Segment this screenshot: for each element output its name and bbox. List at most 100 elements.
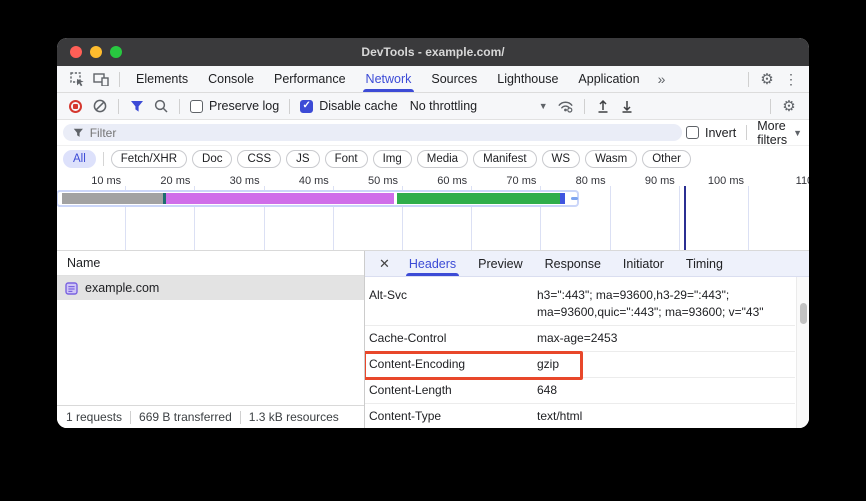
chip-fetch-xhr[interactable]: Fetch/XHR <box>111 150 187 168</box>
timeline-tick-label: 30 ms <box>200 175 260 187</box>
headers-list: Alt-Svc h3=":443"; ma=93600,h3-29=":443"… <box>365 277 809 428</box>
chip-ws[interactable]: WS <box>542 150 581 168</box>
detail-tab-headers[interactable]: Headers <box>398 251 467 276</box>
header-value: max-age=2453 <box>537 330 765 347</box>
header-value: gzip <box>537 356 765 373</box>
divider <box>118 99 119 114</box>
request-name: example.com <box>85 281 159 295</box>
devtools-tab-bar: Elements Console Performance Network Sou… <box>57 66 809 93</box>
detail-tab-preview[interactable]: Preview <box>467 251 533 276</box>
preserve-log-label: Preserve log <box>209 99 279 113</box>
header-name: Cache-Control <box>369 330 537 347</box>
request-list-empty-area <box>57 300 364 405</box>
detail-tab-timing[interactable]: Timing <box>675 251 734 276</box>
waterfall-segment-bar_green <box>397 193 560 204</box>
kebab-menu-icon[interactable]: ⋮ <box>779 68 803 90</box>
disable-cache-checkbox[interactable]: ✓ Disable cache <box>300 99 398 113</box>
waterfall-segment-bar_cap_blue <box>560 193 566 204</box>
document-icon <box>65 282 78 295</box>
header-row[interactable]: Content-Type text/html <box>365 404 795 428</box>
divider <box>746 125 747 140</box>
import-har-icon[interactable] <box>591 95 615 117</box>
throttling-select[interactable]: No throttling ▼ <box>410 99 548 113</box>
network-settings-gear-icon[interactable]: ⚙ <box>777 95 801 117</box>
load-event-line <box>684 186 686 250</box>
header-row[interactable]: Alt-Svc h3=":443"; ma=93600,h3-29=":443"… <box>365 283 795 326</box>
timeline-tick-label: 20 ms <box>130 175 190 187</box>
more-tabs-icon[interactable]: » <box>650 66 674 92</box>
close-detail-icon[interactable]: ✕ <box>371 256 398 272</box>
filter-funnel-icon[interactable] <box>125 95 149 117</box>
detail-tab-initiator[interactable]: Initiator <box>612 251 675 276</box>
timeline-tick-label: 110 <box>753 175 809 187</box>
tab-network[interactable]: Network <box>356 66 422 92</box>
timeline-tick-label: 40 ms <box>269 175 329 187</box>
name-column-header[interactable]: Name <box>57 251 364 276</box>
scrollbar[interactable] <box>796 277 809 428</box>
detail-tab-response[interactable]: Response <box>534 251 612 276</box>
checkbox-checked[interactable]: ✓ <box>300 100 313 113</box>
invert-label: Invert <box>705 126 736 140</box>
timeline-tick-label: 100 ms <box>684 175 744 187</box>
tab-performance[interactable]: Performance <box>264 66 356 92</box>
divider <box>103 152 104 166</box>
request-type-filters: All Fetch/XHR Doc CSS JS Font Img Media … <box>57 146 809 172</box>
timeline-gridline <box>679 186 680 250</box>
divider <box>770 99 771 114</box>
network-conditions-icon[interactable] <box>554 95 578 117</box>
divider <box>289 99 290 114</box>
waterfall-segment-bar_gray <box>62 193 162 204</box>
resources-size: 1.3 kB resources <box>249 410 339 424</box>
header-value: h3=":443"; ma=93600,h3-29=":443"; ma=936… <box>537 287 765 321</box>
divider <box>130 411 131 424</box>
chip-manifest[interactable]: Manifest <box>473 150 536 168</box>
request-detail-panel: ✕ Headers Preview Response Initiator Tim… <box>365 251 809 428</box>
waterfall-segment-bar_magenta <box>166 193 394 204</box>
request-row-example-com[interactable]: example.com <box>57 276 364 300</box>
panel-tabs: Elements Console Performance Network Sou… <box>126 66 673 92</box>
zoom-window-button[interactable] <box>110 46 122 58</box>
chip-css[interactable]: CSS <box>237 150 281 168</box>
header-row-content-encoding[interactable]: Content-Encoding gzip <box>365 352 795 378</box>
chip-all[interactable]: All <box>63 150 96 168</box>
checkbox-unchecked[interactable] <box>686 126 699 139</box>
tab-sources[interactable]: Sources <box>421 66 487 92</box>
chip-media[interactable]: Media <box>417 150 468 168</box>
chip-font[interactable]: Font <box>325 150 368 168</box>
clear-network-log-icon[interactable] <box>88 95 112 117</box>
header-name: Content-Length <box>369 382 537 399</box>
header-row[interactable]: Cache-Control max-age=2453 <box>365 326 795 352</box>
close-window-button[interactable] <box>70 46 82 58</box>
throttling-value: No throttling <box>410 99 477 113</box>
search-icon[interactable] <box>149 95 173 117</box>
filter-input-wrap[interactable] <box>63 124 682 141</box>
invert-checkbox[interactable]: Invert <box>686 126 736 140</box>
chip-img[interactable]: Img <box>373 150 412 168</box>
chip-js[interactable]: JS <box>286 150 319 168</box>
funnel-icon <box>73 128 84 138</box>
header-row[interactable]: Content-Length 648 <box>365 378 795 404</box>
inspect-element-icon[interactable] <box>65 68 89 90</box>
minimize-window-button[interactable] <box>90 46 102 58</box>
tab-console[interactable]: Console <box>198 66 264 92</box>
filter-input[interactable] <box>90 126 672 140</box>
chevron-down-icon: ▼ <box>793 128 802 138</box>
network-overview-timeline[interactable]: 10 ms20 ms30 ms40 ms50 ms60 ms70 ms80 ms… <box>57 172 809 251</box>
chip-wasm[interactable]: Wasm <box>585 150 637 168</box>
checkbox-unchecked[interactable] <box>190 100 203 113</box>
overview-waterfall-bar[interactable] <box>58 192 577 205</box>
scrollbar-thumb[interactable] <box>800 303 807 324</box>
tab-elements[interactable]: Elements <box>126 66 198 92</box>
record-network-log-icon[interactable] <box>69 100 82 113</box>
device-toolbar-icon[interactable] <box>89 68 113 90</box>
chip-doc[interactable]: Doc <box>192 150 232 168</box>
export-har-icon[interactable] <box>615 95 639 117</box>
tab-application[interactable]: Application <box>568 66 649 92</box>
more-filters-button[interactable]: More filters ▼ <box>753 119 806 147</box>
settings-gear-icon[interactable]: ⚙ <box>755 68 779 90</box>
tab-lighthouse[interactable]: Lighthouse <box>487 66 568 92</box>
chip-other[interactable]: Other <box>642 150 691 168</box>
preserve-log-checkbox[interactable]: Preserve log <box>190 99 279 113</box>
requests-count: 1 requests <box>66 410 122 424</box>
detail-tab-bar: ✕ Headers Preview Response Initiator Tim… <box>365 251 809 277</box>
